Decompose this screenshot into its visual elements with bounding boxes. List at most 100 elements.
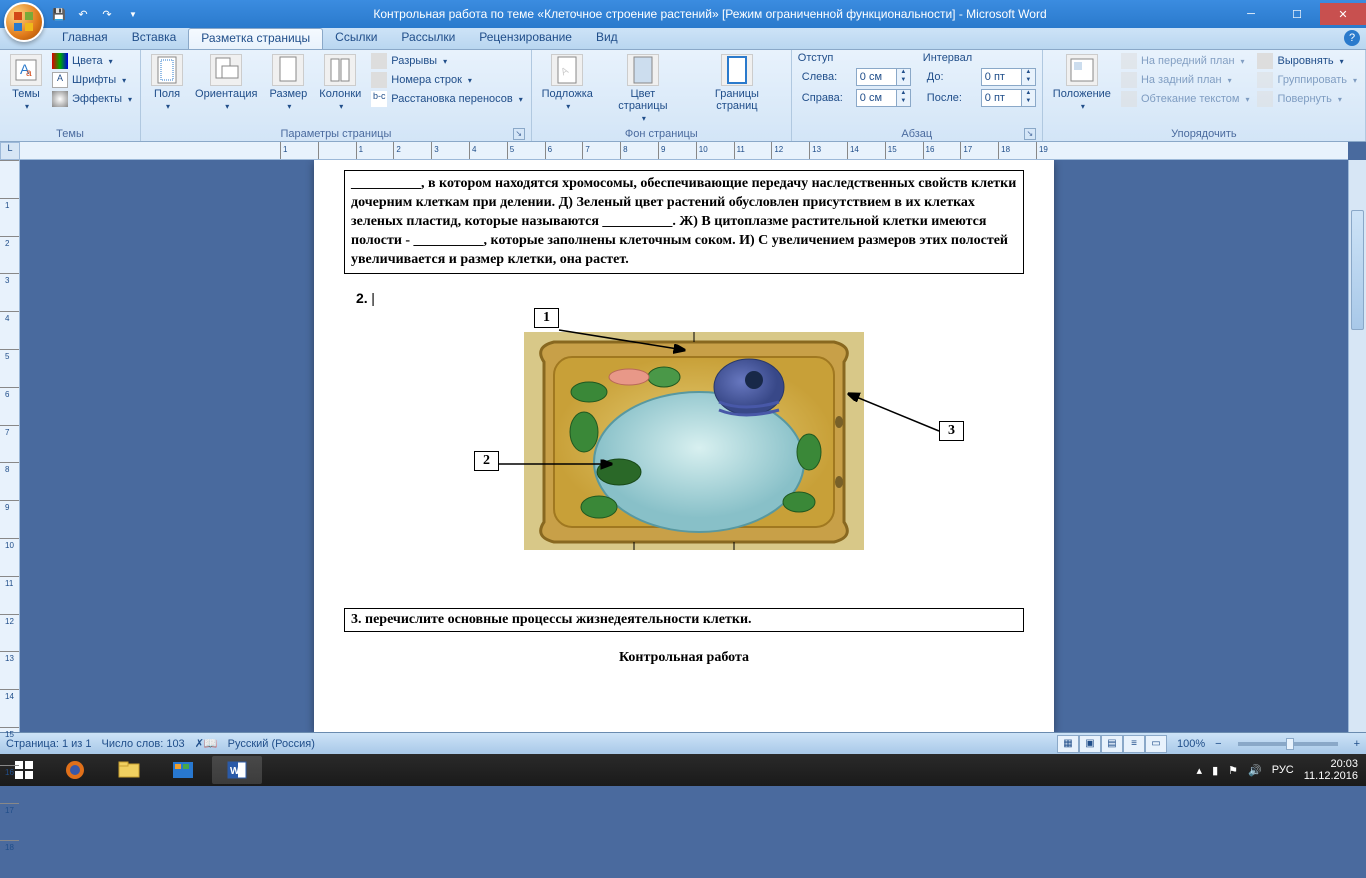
orientation-button[interactable]: Ориентация▾ [191,52,261,113]
spacing-after-label: После: [927,92,977,104]
taskbar: W ▴ ▮ ⚑ 🔊 РУС 20:03 11.12.2016 [0,754,1366,786]
text-wrap-button[interactable]: Обтекание текстом▾ [1119,90,1252,108]
title-bar: 💾 ↶ ↷ ▼ Контрольная работа по теме «Клет… [0,0,1366,28]
horizontal-ruler[interactable]: 112345678910111213141516171819 [20,142,1348,160]
page: __________, в котором находятся хромосом… [314,160,1054,732]
question-3-text[interactable]: 3. перечислите основные процессы жизнеде… [344,608,1024,632]
view-outline[interactable]: ≡ [1123,735,1145,753]
page-color-button[interactable]: Цвет страницы▾ [601,52,685,125]
save-icon[interactable]: 💾 [50,5,68,23]
view-draft[interactable]: ▭ [1145,735,1167,753]
tab-home[interactable]: Главная [50,28,120,49]
tray-network-icon[interactable]: ⚑ [1228,764,1238,777]
spacing-after-input[interactable]: 0 пт▲▼ [981,89,1036,107]
tab-mailings[interactable]: Рассылки [389,28,467,49]
align-icon [1257,53,1273,69]
rotate-button[interactable]: Повернуть▾ [1255,90,1359,108]
paragraph-launcher[interactable]: ↘ [1024,128,1036,140]
cell-image [524,332,864,550]
themes-label: Темы [12,88,40,100]
theme-colors-button[interactable]: Цвета▾ [50,52,134,70]
position-button[interactable]: Положение▾ [1049,52,1115,113]
watermark-icon: A [551,54,583,86]
watermark-button[interactable]: AПодложка▾ [538,52,597,113]
taskbar-explorer[interactable] [104,756,154,784]
quick-access-toolbar: 💾 ↶ ↷ ▼ [50,5,142,23]
spacing-before-input[interactable]: 0 пт▲▼ [981,68,1036,86]
qat-dropdown-icon[interactable]: ▼ [124,5,142,23]
size-button[interactable]: Размер▾ [265,52,311,113]
colors-icon [52,53,68,69]
taskbar-word[interactable]: W [212,756,262,784]
columns-button[interactable]: Колонки▾ [315,52,365,113]
view-full-screen[interactable]: ▣ [1079,735,1101,753]
window-title: Контрольная работа по теме «Клеточное ст… [142,7,1228,21]
zoom-out-button[interactable]: − [1215,738,1221,750]
group-page-setup: Поля▾ Ориентация▾ Размер▾ Колонки▾ Разры… [141,50,532,141]
tab-view[interactable]: Вид [584,28,630,49]
align-button[interactable]: Выровнять▾ [1255,52,1359,70]
view-web[interactable]: ▤ [1101,735,1123,753]
redo-icon[interactable]: ↷ [98,5,116,23]
document-area[interactable]: __________, в котором находятся хромосом… [20,160,1348,732]
indent-header: Отступ [798,52,911,64]
question-1-text[interactable]: __________, в котором находятся хромосом… [344,170,1024,274]
zoom-slider[interactable] [1238,742,1338,746]
group-button[interactable]: Группировать▾ [1255,71,1359,89]
zoom-level[interactable]: 100% [1177,738,1205,750]
group-page-setup-label: Параметры страницы [280,128,391,140]
margins-button[interactable]: Поля▾ [147,52,187,113]
tab-review[interactable]: Рецензирование [467,28,584,49]
vertical-ruler[interactable]: 123456789101112131415161718 [0,160,20,732]
undo-icon[interactable]: ↶ [74,5,92,23]
status-words[interactable]: Число слов: 103 [102,738,185,750]
page-setup-launcher[interactable]: ↘ [513,128,525,140]
indent-left-input[interactable]: 0 см▲▼ [856,68,911,86]
question-2-label[interactable]: 2. | [356,290,1024,308]
tray-volume-icon[interactable]: 🔊 [1248,764,1262,777]
group-page-bg-label: Фон страницы [538,127,785,141]
page-color-icon [627,54,659,86]
taskbar-firefox[interactable] [50,756,100,784]
status-language[interactable]: Русский (Россия) [228,738,315,750]
spacing-header: Интервал [923,52,1036,64]
zoom-in-button[interactable]: + [1354,738,1360,750]
send-back-button[interactable]: На задний план▾ [1119,71,1252,89]
group-icon [1257,72,1273,88]
minimize-button[interactable]: ─ [1228,3,1274,25]
tray-clock[interactable]: 20:03 11.12.2016 [1304,758,1358,782]
view-print-layout[interactable]: ▦ [1057,735,1079,753]
line-numbers-button[interactable]: Номера строк▾ [369,71,525,89]
indent-right-input[interactable]: 0 см▲▼ [856,89,911,107]
group-themes: Aa Темы▾ Цвета▾ AШрифты▾ Эффекты▾ Темы [0,50,141,141]
hyphenation-button[interactable]: b-cРасстановка переносов▾ [369,90,525,108]
help-button[interactable]: ? [1344,30,1360,46]
system-tray: ▴ ▮ ⚑ 🔊 РУС 20:03 11.12.2016 [1189,758,1366,782]
tab-insert[interactable]: Вставка [120,28,189,49]
bring-front-button[interactable]: На передний план▾ [1119,52,1252,70]
columns-icon [324,54,356,86]
tab-references[interactable]: Ссылки [323,28,389,49]
view-buttons: ▦ ▣ ▤ ≡ ▭ [1057,735,1167,753]
themes-button[interactable]: Aa Темы▾ [6,52,46,113]
indent-right-label: Справа: [802,92,852,104]
ruler-corner[interactable]: L [0,142,20,160]
vertical-scrollbar[interactable] [1348,160,1366,732]
tab-page-layout[interactable]: Разметка страницы [188,28,323,49]
page-borders-button[interactable]: Границы страниц [689,52,785,114]
svg-text:a: a [26,68,32,79]
spellcheck-icon[interactable]: ✗📖 [195,737,218,750]
breaks-button[interactable]: Разрывы▾ [369,52,525,70]
taskbar-app[interactable] [158,756,208,784]
office-button[interactable] [4,2,44,42]
text-wrap-icon [1121,91,1137,107]
theme-effects-button[interactable]: Эффекты▾ [50,90,134,108]
maximize-button[interactable]: ☐ [1274,3,1320,25]
tray-battery-icon[interactable]: ▮ [1212,764,1218,777]
theme-fonts-button[interactable]: AШрифты▾ [50,71,134,89]
tray-language[interactable]: РУС [1272,764,1294,776]
document-footer-title[interactable]: Контрольная работа [344,650,1024,666]
close-button[interactable]: ✕ [1320,3,1366,25]
scrollbar-thumb[interactable] [1351,210,1364,330]
tray-chevron-icon[interactable]: ▴ [1197,764,1203,777]
